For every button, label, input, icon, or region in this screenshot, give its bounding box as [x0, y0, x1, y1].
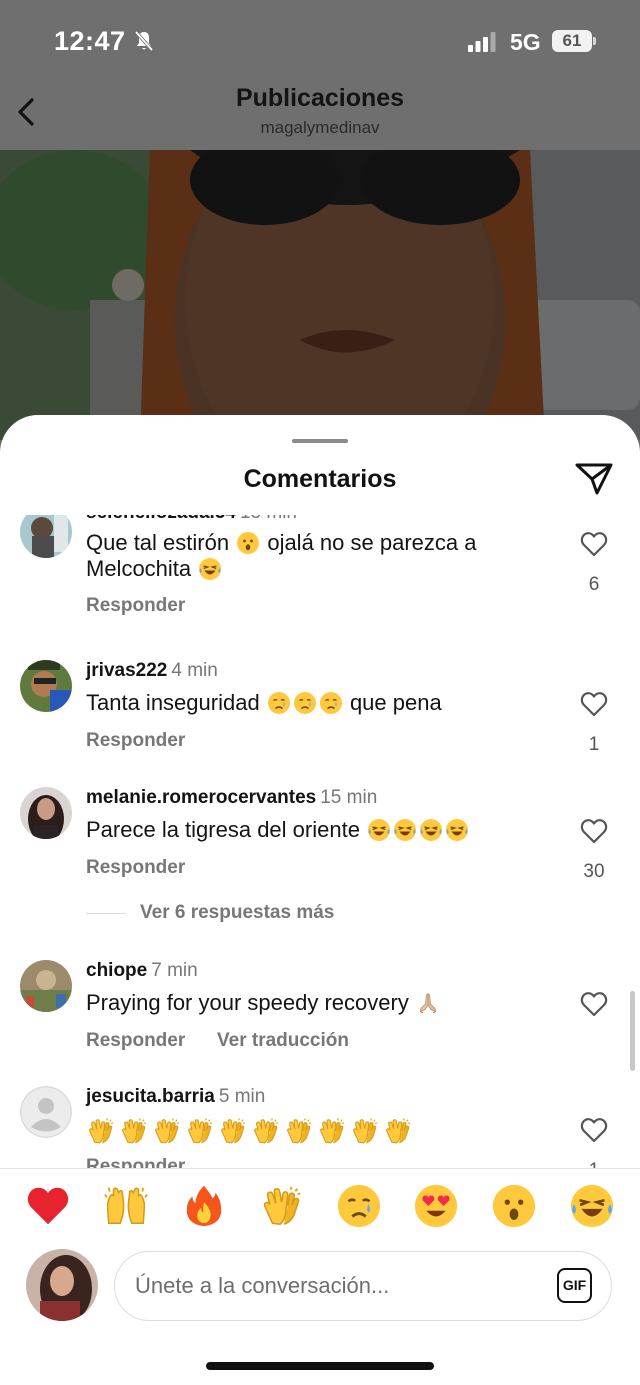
crying-face-icon	[267, 691, 291, 715]
gif-button[interactable]: GIF	[557, 1268, 592, 1303]
avatar[interactable]	[20, 660, 72, 712]
like-heart-icon[interactable]	[580, 818, 608, 844]
comment-username[interactable]: jesucita.barria	[86, 1086, 215, 1107]
surprised-face-icon	[236, 531, 260, 555]
comment-username[interactable]: melanie.romerocervantes	[86, 787, 316, 808]
comment-input-placeholder: Únete a la conversación...	[135, 1273, 390, 1298]
surprised-face-icon[interactable]	[491, 1183, 537, 1229]
heart-icon[interactable]	[25, 1183, 71, 1229]
clapping-hands-icon	[218, 1116, 248, 1146]
scrollbar[interactable]	[630, 991, 635, 1071]
crying-face-icon	[319, 691, 343, 715]
current-user-avatar	[26, 1249, 98, 1321]
like-heart-icon[interactable]	[580, 531, 608, 557]
avatar[interactable]	[20, 787, 72, 839]
comments-sheet: Comentarios selene.lozada.54 13 min Que t…	[0, 415, 640, 1385]
share-icon[interactable]	[574, 461, 614, 497]
comment-username[interactable]: selene.lozada.54	[86, 515, 236, 523]
laughing-face-icon	[393, 818, 417, 842]
comment-time: 15 min	[320, 787, 378, 808]
signal-icon	[468, 32, 496, 52]
quick-reactions-bar	[0, 1183, 640, 1233]
clapping-hands-icon	[284, 1116, 314, 1146]
clapping-hands-icon	[251, 1116, 281, 1146]
comment-text	[86, 1116, 556, 1146]
divider	[0, 1168, 640, 1169]
comment-text: Praying for your speedy recovery	[86, 990, 556, 1016]
like-count: 1	[588, 734, 600, 755]
comments-title: Comentarios	[243, 465, 397, 493]
laughing-face-icon	[445, 818, 469, 842]
comment-time: 13 min	[240, 515, 297, 523]
crying-face-icon	[293, 691, 317, 715]
reply-button[interactable]: Responder	[86, 1156, 185, 1168]
home-indicator	[206, 1362, 434, 1370]
like-count: 1	[574, 1160, 614, 1168]
comment-time: 7 min	[151, 960, 198, 981]
laughing-face-icon	[419, 818, 443, 842]
comment-text: Que tal estirón ojalá no se parezca a Me…	[86, 530, 477, 581]
page-title: Publicaciones	[235, 84, 405, 112]
comment-text: Tanta inseguridad que pena	[86, 690, 442, 715]
page-subtitle[interactable]: magalymedinav	[0, 118, 640, 138]
like-heart-icon[interactable]	[580, 1117, 608, 1143]
clapping-hands-icon	[185, 1116, 215, 1146]
clapping-hands-icon	[383, 1116, 413, 1146]
laughing-face-icon	[198, 557, 222, 581]
status-time: 12:47	[54, 26, 126, 56]
video-preview[interactable]	[0, 150, 640, 440]
comment-time: 4 min	[171, 660, 218, 681]
fire-icon[interactable]	[181, 1183, 227, 1229]
praying-hands-icon	[416, 991, 440, 1015]
raising-hands-icon[interactable]	[103, 1183, 149, 1229]
comment-username[interactable]: jrivas222	[86, 660, 167, 681]
reply-button[interactable]: Responder	[86, 857, 185, 879]
battery-icon: 61	[552, 30, 596, 52]
comment-time: 5 min	[218, 1086, 266, 1107]
see-translation-button[interactable]: Ver traducción	[217, 1030, 349, 1052]
status-bar: 12:47 5G 61	[0, 0, 640, 84]
reply-button[interactable]: Responder	[86, 1030, 185, 1052]
comment-username[interactable]: chiope	[86, 960, 147, 981]
drag-handle[interactable]	[292, 439, 348, 443]
avatar[interactable]	[20, 960, 72, 1012]
clapping-hands-icon	[86, 1116, 116, 1146]
network-type: 5G	[510, 29, 541, 55]
clapping-hands-icon[interactable]	[259, 1183, 305, 1229]
comment-input[interactable]: Únete a la conversación... GIF	[114, 1251, 612, 1321]
crying-face-icon[interactable]	[336, 1183, 382, 1229]
reply-button[interactable]: Responder	[86, 730, 185, 752]
battery-level: 61	[552, 30, 592, 52]
clapping-hands-icon	[119, 1116, 149, 1146]
heart-eyes-face-icon[interactable]	[413, 1183, 459, 1229]
comment-text: Parece la tigresa del oriente	[86, 817, 556, 843]
clapping-hands-icon	[152, 1116, 182, 1146]
laughing-face-icon	[367, 818, 391, 842]
reply-button[interactable]: Responder	[86, 595, 185, 617]
like-heart-icon[interactable]	[580, 691, 608, 717]
like-count: 6	[588, 574, 600, 595]
laughing-face-icon[interactable]	[569, 1183, 615, 1229]
clapping-hands-icon	[350, 1116, 380, 1146]
avatar[interactable]	[20, 515, 72, 558]
view-more-replies-button[interactable]: Ver 6 respuestas más	[140, 902, 334, 924]
bell-muted-icon	[134, 30, 154, 52]
like-count: 30	[583, 861, 605, 882]
avatar[interactable]	[20, 1086, 72, 1138]
comments-list[interactable]: selene.lozada.54 13 min Que tal estirón o…	[0, 515, 640, 1168]
video-frame-image	[0, 150, 640, 440]
like-heart-icon[interactable]	[580, 991, 608, 1017]
clapping-hands-icon	[317, 1116, 347, 1146]
